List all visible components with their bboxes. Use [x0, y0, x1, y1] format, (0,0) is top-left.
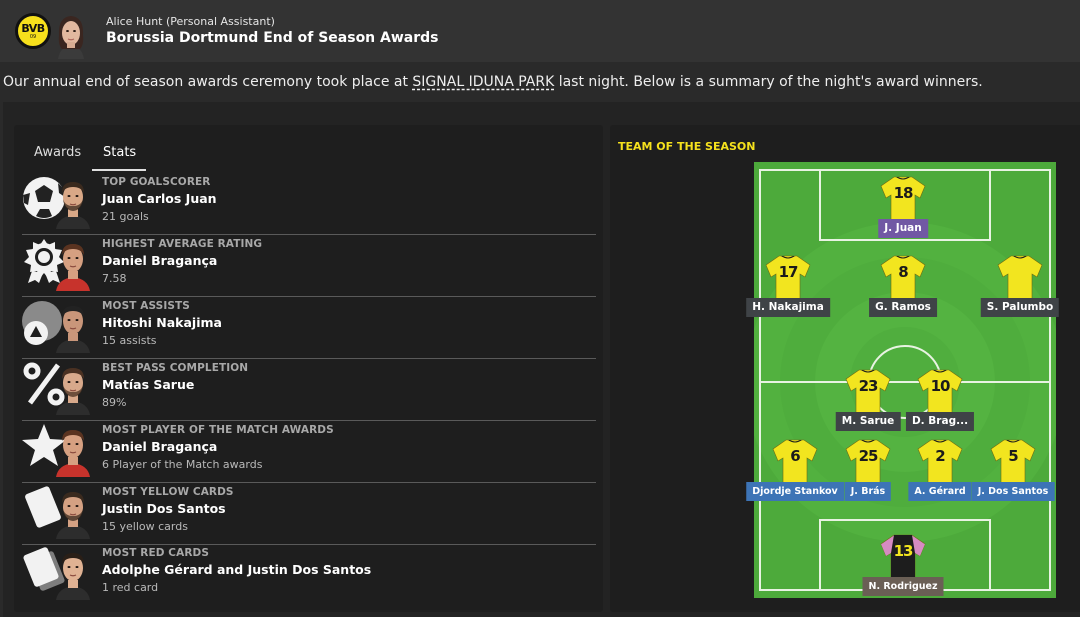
award-winner[interactable]: Juan Carlos Juan	[102, 191, 217, 206]
shirt-number: 25	[858, 447, 879, 465]
award-row[interactable]: MOST PLAYER OF THE MATCH AWARDS Daniel Br…	[22, 421, 596, 483]
shirt-number: 17	[778, 263, 799, 281]
award-title: HIGHEST AVERAGE RATING	[102, 238, 263, 250]
award-winner[interactable]: Matías Sarue	[102, 377, 194, 392]
award-winner[interactable]: Adolphe Gérard and Justin Dos Santos	[102, 562, 371, 577]
player-name-label: S. Palumbo	[980, 298, 1060, 317]
team-player[interactable]: 5 J. Dos Santos	[963, 437, 1063, 517]
stadium-link[interactable]: SIGNAL IDUNA PARK	[412, 74, 554, 90]
award-detail: 15 assists	[102, 334, 157, 347]
team-player[interactable]: 8 G. Ramos	[853, 253, 953, 333]
player-name-label: J. Dos Santos	[971, 482, 1055, 501]
team-player[interactable]: 17 H. Nakajima	[738, 253, 838, 333]
award-detail: 1 red card	[102, 581, 159, 594]
award-title: MOST ASSISTS	[102, 300, 190, 312]
team-player[interactable]: 13 N. Rodriguez	[853, 532, 953, 612]
shirt-number: 13	[893, 542, 914, 560]
player-avatar[interactable]	[54, 301, 92, 353]
player-avatar[interactable]	[54, 425, 92, 477]
player-name-label: H. Nakajima	[746, 298, 830, 317]
summary-after: last night. Below is a summary of the ni…	[554, 74, 983, 90]
club-crest-sub: 09	[29, 33, 37, 40]
award-detail: 21 goals	[102, 210, 149, 223]
shirt-number: 10	[930, 377, 951, 395]
award-detail: 7.58	[102, 272, 127, 285]
award-title: MOST YELLOW CARDS	[102, 486, 234, 498]
award-detail: 6 Player of the Match awards	[102, 458, 263, 471]
summary-before: Our annual end of season awards ceremony…	[3, 74, 413, 90]
player-name-label: J. Brás	[844, 482, 892, 501]
message-subject: Borussia Dortmund End of Season Awards	[106, 30, 439, 46]
player-avatar[interactable]	[54, 239, 92, 291]
shirt-number: 2	[935, 447, 945, 465]
award-row[interactable]: HIGHEST AVERAGE RATING Daniel Bragança 7.5…	[22, 235, 596, 297]
message-header: BVB 09 Alice Hunt (Personal Assistant) B…	[0, 0, 1080, 62]
team-player[interactable]: 10 D. Brag...	[890, 367, 990, 447]
award-row[interactable]: BEST PASS COMPLETION Matías Sarue 89%	[22, 359, 596, 421]
award-row[interactable]: TOP GOALSCORER Juan Carlos Juan 21 goals	[22, 173, 596, 235]
award-detail: 15 yellow cards	[102, 520, 188, 533]
shirt-number: 5	[1008, 447, 1018, 465]
club-crest-icon[interactable]: BVB 09	[15, 13, 51, 49]
player-avatar[interactable]	[54, 548, 92, 600]
award-title: BEST PASS COMPLETION	[102, 362, 249, 374]
player-name-label: N. Rodriguez	[862, 577, 944, 596]
player-name-label: D. Brag...	[905, 412, 975, 431]
player-avatar[interactable]	[54, 177, 92, 229]
award-title: MOST RED CARDS	[102, 547, 209, 559]
awards-summary-text: Our annual end of season awards ceremony…	[3, 74, 983, 90]
award-row[interactable]: MOST ASSISTS Hitoshi Nakajima 15 assists	[22, 297, 596, 359]
assistant-avatar[interactable]	[54, 13, 88, 59]
tab-awards[interactable]: Awards	[34, 145, 81, 160]
award-title: MOST PLAYER OF THE MATCH AWARDS	[102, 424, 334, 436]
shirt-number: 8	[898, 263, 908, 281]
award-row[interactable]: MOST YELLOW CARDS Justin Dos Santos 15 yel…	[22, 483, 596, 545]
award-title: TOP GOALSCORER	[102, 176, 211, 188]
shirt-number: 18	[893, 184, 914, 202]
shirt-number: 23	[858, 377, 879, 395]
award-winner[interactable]: Daniel Bragança	[102, 253, 217, 268]
club-crest-text: BVB	[21, 21, 45, 35]
active-tab-indicator	[92, 169, 146, 171]
shirt-number: 6	[790, 447, 800, 465]
player-name-label: J. Juan	[878, 219, 928, 238]
sender-name: Alice Hunt (Personal Assistant)	[106, 15, 275, 28]
tab-stats[interactable]: Stats	[103, 145, 136, 160]
award-row[interactable]: MOST RED CARDS Adolphe Gérard and Justin …	[22, 544, 596, 606]
award-detail: 89%	[102, 396, 127, 409]
award-winner[interactable]: Daniel Bragança	[102, 439, 217, 454]
award-winner[interactable]: Justin Dos Santos	[102, 501, 226, 516]
team-player[interactable]: S. Palumbo	[970, 253, 1070, 333]
team-of-season-title: TEAM OF THE SEASON	[618, 140, 756, 153]
player-name-label: G. Ramos	[869, 298, 937, 317]
shirt-icon	[997, 255, 1043, 300]
player-avatar[interactable]	[54, 487, 92, 539]
team-player[interactable]: 18 J. Juan	[853, 174, 953, 254]
award-winner[interactable]: Hitoshi Nakajima	[102, 315, 222, 330]
player-avatar[interactable]	[54, 363, 92, 415]
